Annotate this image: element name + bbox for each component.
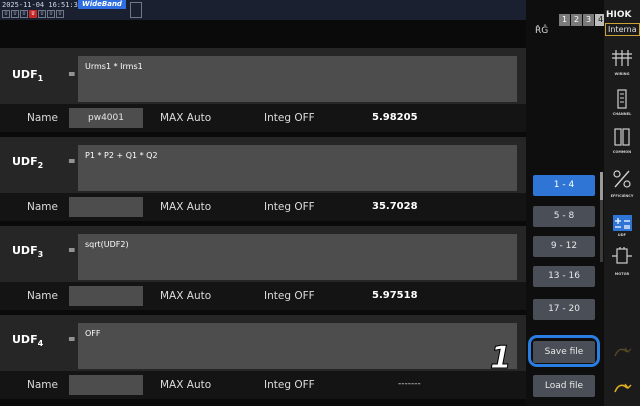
udf-row-2: UDF2 = P1 * P2 + Q1 * Q2	[0, 137, 526, 193]
max-setting[interactable]: MAX Auto	[160, 201, 211, 213]
mode-badge: WideBand	[78, 0, 126, 9]
side-menu-label: MOTOR	[614, 272, 630, 276]
equals-sign: =	[68, 335, 76, 345]
channel-indicator: U	[47, 10, 55, 18]
integ-setting[interactable]: Integ OFF	[264, 112, 315, 124]
integ-setting[interactable]: Integ OFF	[264, 201, 315, 213]
side-menu-label: EFFICIENCY	[610, 194, 634, 198]
page-number: 1	[559, 14, 570, 26]
channel-indicators: U U U U U U U	[2, 10, 64, 18]
udf-value: 35.7028	[372, 201, 418, 212]
udf-value: 5.98205	[372, 112, 418, 123]
source-indicator: Interna	[605, 23, 640, 36]
status-bar: 2025-11-04 16:51:36 WideBand U U U U U U…	[0, 0, 526, 20]
name-label: Name	[27, 379, 58, 391]
expression-field[interactable]: Urms1 * Irms1	[78, 56, 517, 102]
name-label: Name	[27, 112, 58, 124]
name-field[interactable]: pw4001	[69, 108, 143, 128]
name-label: Name	[27, 290, 58, 302]
channel-icon[interactable]	[608, 88, 636, 114]
name-label: Name	[27, 201, 58, 213]
udf-label: UDF2	[12, 155, 44, 171]
udf-value: -------	[398, 379, 421, 389]
common-icon[interactable]	[608, 126, 636, 152]
channel-indicator: U	[2, 10, 10, 18]
side-menu-label: WIRING	[614, 72, 630, 76]
max-setting[interactable]: MAX Auto	[160, 290, 211, 302]
expression-field[interactable]: P1 * P2 + Q1 * Q2	[78, 145, 517, 191]
udf-label: UDF3	[12, 244, 44, 260]
integ-setting[interactable]: Integ OFF	[264, 379, 315, 391]
max-setting[interactable]: MAX Auto	[160, 379, 211, 391]
udf-name-row-4: Name MAX Auto Integ OFF -------	[0, 371, 526, 399]
load-file-button[interactable]: Load file	[533, 375, 595, 397]
max-setting[interactable]: MAX Auto	[160, 112, 211, 124]
equals-sign: =	[68, 157, 76, 167]
efficiency-icon[interactable]	[608, 168, 636, 194]
save-file-highlight	[528, 335, 600, 367]
name-field[interactable]	[69, 197, 143, 217]
side-menu-label: COMMON	[612, 150, 632, 154]
wiring-icon[interactable]	[608, 48, 636, 74]
page-column: 1 2 3 4 R̂Ĝ 1 - 4 5 - 8 9 - 12 13 - 16 1…	[526, 0, 606, 406]
channel-indicator: U	[56, 10, 64, 18]
equals-sign: =	[68, 246, 76, 256]
page-scrollbar-thumb[interactable]	[600, 172, 603, 200]
udf-name-row-2: Name MAX Auto Integ OFF 35.7028	[0, 193, 526, 221]
expression-text: P1 * P2 + Q1 * Q2	[85, 151, 158, 160]
udf-name-row-3: Name MAX Auto Integ OFF 5.97518	[0, 282, 526, 310]
udf-panel: UDF1 = Urms1 * Irms1 Name pw4001 MAX Aut…	[0, 48, 526, 406]
equals-sign: =	[68, 70, 76, 80]
udf-row-1: UDF1 = Urms1 * Irms1	[0, 48, 526, 104]
page-button-9-12[interactable]: 9 - 12	[533, 236, 595, 257]
disabled-menu-icon	[608, 342, 636, 368]
page-button-13-16[interactable]: 13 - 16	[533, 266, 595, 287]
expression-text: OFF	[85, 329, 101, 338]
channel-indicator: U	[38, 10, 46, 18]
brand-logo: HIOK	[606, 10, 632, 20]
page-number: 2	[571, 14, 582, 26]
udf-name-row-1: Name pw4001 MAX Auto Integ OFF 5.98205	[0, 104, 526, 132]
udf-icon[interactable]	[613, 215, 632, 231]
page-button-1-4[interactable]: 1 - 4	[533, 175, 595, 196]
udf-value: 5.97518	[372, 290, 418, 301]
channel-indicator: U	[20, 10, 28, 18]
integ-setting[interactable]: Integ OFF	[264, 290, 315, 302]
expression-field[interactable]: OFF	[78, 323, 517, 369]
udf-row-4: UDF4 = OFF	[0, 315, 526, 371]
udf-label: UDF1	[12, 68, 44, 84]
name-field[interactable]	[69, 375, 143, 395]
page-number: 3	[583, 14, 594, 26]
channel-indicator-alarm: U	[29, 10, 37, 18]
screen: 2025-11-04 16:51:36 WideBand U U U U U U…	[0, 0, 640, 406]
page-button-17-20[interactable]: 17 - 20	[533, 299, 595, 320]
udf-label: UDF4	[12, 333, 44, 349]
motor-icon[interactable]	[608, 245, 636, 271]
range-icon: R̂Ĝ	[535, 26, 549, 36]
side-menu-label: CHANNEL	[612, 112, 632, 116]
datetime: 2025-11-04 16:51:36	[2, 1, 83, 9]
name-field[interactable]	[69, 286, 143, 306]
expression-text: sqrt(UDF2)	[85, 240, 129, 249]
page-button-5-8[interactable]: 5 - 8	[533, 206, 595, 227]
side-menu-label: UDF	[617, 233, 627, 237]
expression-text: Urms1 * Irms1	[85, 62, 143, 71]
measurement-icon[interactable]	[608, 378, 636, 404]
channel-indicator: U	[11, 10, 19, 18]
callout-number: 1	[490, 340, 513, 377]
expression-field[interactable]: sqrt(UDF2)	[78, 234, 517, 280]
hold-indicator-icon	[130, 2, 142, 18]
udf-row-3: UDF3 = sqrt(UDF2)	[0, 226, 526, 282]
